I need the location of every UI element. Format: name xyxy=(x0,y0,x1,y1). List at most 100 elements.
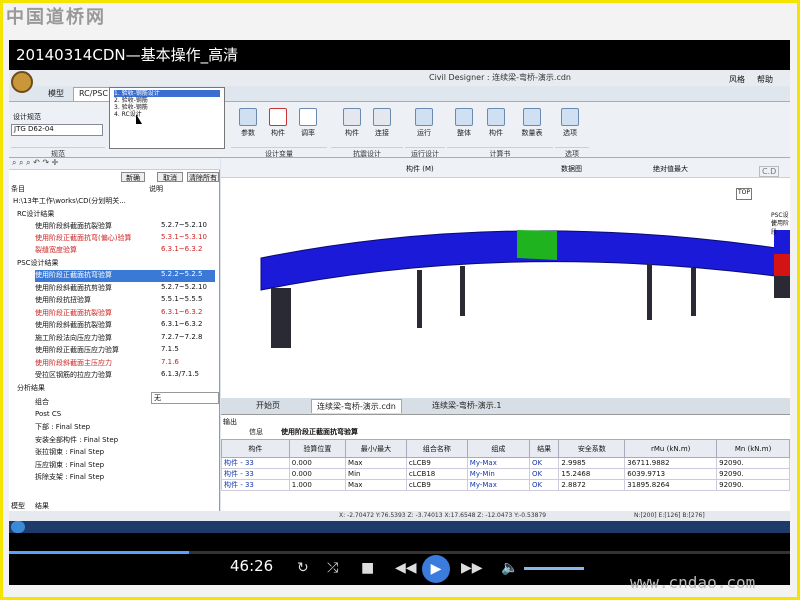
bottom-tab-result[interactable]: 结果 xyxy=(35,501,49,511)
tree-item[interactable]: 下部 : Final Step xyxy=(35,422,215,434)
tree-group-psc[interactable]: PSC设计结果 xyxy=(17,258,217,270)
previous-icon[interactable]: ◀◀ xyxy=(395,560,417,576)
table-header-cell[interactable]: 验算位置 xyxy=(288,439,347,458)
menu-help[interactable]: 帮助 xyxy=(757,74,773,85)
quick-dropdown[interactable]: 1. 验收-钢筋设计 2. 验收-钢筋 3. 验收-钢筋 4. RC设计 xyxy=(109,87,225,149)
tree-item-label: 压应钢束 : Final Step xyxy=(35,460,105,469)
ribbon-button-seismic-member[interactable]: 构件 xyxy=(339,108,365,138)
next-icon[interactable]: ▶▶ xyxy=(461,560,483,576)
table-row[interactable]: 构件 - 33 1.000 Max cLCB9 My-Max OK 2.8872 31895.… xyxy=(221,479,790,491)
progress-fill xyxy=(9,551,189,554)
table-row[interactable]: 构件 - 33 0.000 Max cLCB9 My-Max OK 2.9985 36711.… xyxy=(221,457,790,469)
tree-item[interactable]: 组合 xyxy=(35,397,215,409)
loop-icon[interactable]: ↻ xyxy=(297,560,309,576)
ribbon-button-member[interactable]: 构件 xyxy=(265,108,291,138)
shuffle-icon[interactable]: ⤮ xyxy=(327,560,338,576)
tab-rc-psc[interactable]: RC/PSC xyxy=(73,87,114,101)
document-tabs: 开始页 连续梁-弯桥-演示.cdn 连续梁-弯桥-演示.1 xyxy=(221,398,790,414)
seismic-member-icon xyxy=(343,108,361,126)
dropdown-item[interactable]: 4. RC设计 xyxy=(114,111,220,118)
doc-tab-start[interactable]: 开始页 xyxy=(251,399,285,413)
output-tab-check[interactable]: 使用阶段正截面抗弯验算 xyxy=(281,427,358,437)
ribbon-button-rate[interactable]: 调率 xyxy=(295,108,321,138)
menu-style[interactable]: 风格 xyxy=(729,74,745,85)
watermark: www.cndao.com xyxy=(630,573,756,592)
tree-item[interactable]: 压应钢束 : Final Step xyxy=(35,460,215,472)
left-button-clear-all[interactable]: 清除所有 xyxy=(187,172,219,182)
ribbon-button-options[interactable]: 选项 xyxy=(557,108,583,138)
member-icon xyxy=(269,108,287,126)
spec-select[interactable]: JTG D62-04 xyxy=(11,124,103,136)
tree-item[interactable]: 使用阶段正截面抗裂验算 6.3.1~6.3.2 xyxy=(35,308,215,320)
tree-item[interactable]: 张拉钢束 : Final Step xyxy=(35,447,215,459)
volume-icon[interactable]: 🔈 xyxy=(501,560,518,576)
stop-icon[interactable]: ■ xyxy=(361,560,374,576)
dropdown-item[interactable]: 2. 验收-钢筋 xyxy=(114,97,220,104)
table-header-cell[interactable]: 最小/最大 xyxy=(345,439,407,458)
tree-item[interactable]: 安装全部构件 : Final Step xyxy=(35,435,215,447)
table-header-cell[interactable]: 安全系数 xyxy=(558,439,626,458)
table-header-cell[interactable]: Mn (kN.m) xyxy=(716,439,790,458)
progress-bar[interactable] xyxy=(9,551,790,554)
tree-item-label: Post CS xyxy=(35,409,62,418)
view-cube[interactable]: TOP xyxy=(721,172,767,218)
start-orb-icon[interactable] xyxy=(11,521,25,533)
tree-item[interactable]: 使用阶段斜截面抗剪验算 5.2.7~5.2.10 xyxy=(35,283,215,295)
tree-item[interactable]: 使用阶段斜截面主压应力 7.1.6 xyxy=(35,358,215,370)
tree-item[interactable]: 使用阶段正截面抗弯验算 5.2.2~5.2.5 xyxy=(35,270,215,282)
viewport-toolbar: 构件 (M) 数据图 绝对值最大 xyxy=(221,158,790,178)
dropdown-item[interactable]: 3. 验收-钢筋 xyxy=(114,104,220,111)
ribbon-button-connect[interactable]: 连接 xyxy=(369,108,395,138)
tree-item-ref: 7.2.7~7.2.8 xyxy=(161,332,203,341)
tree-item[interactable]: 使用阶段斜截面抗裂验算 6.3.1~6.3.2 xyxy=(35,320,215,332)
table-cell: 92090. xyxy=(716,479,790,491)
output-title: 输出 xyxy=(223,418,237,426)
ribbon-button-run[interactable]: 运行 xyxy=(411,108,437,138)
tree-item[interactable]: 使用阶段抗扭验算 5.5.1~5.5.5 xyxy=(35,295,215,307)
tree-item[interactable]: 使用阶段斜截面抗裂验算 5.2.7~5.2.10 xyxy=(35,221,215,233)
pier xyxy=(417,270,422,328)
tree-item[interactable]: 拆除支架 : Final Step xyxy=(35,472,215,484)
ribbon-button-whole[interactable]: 整体 xyxy=(451,108,477,138)
table-header-cell[interactable]: 结果 xyxy=(529,439,560,458)
tree-item[interactable]: 裂缝宽度验算 6.3.1~6.3.2 xyxy=(35,245,215,257)
tree-item[interactable]: 受拉区钢筋的拉应力验算 6.1.3/7.1.5 xyxy=(35,370,215,382)
tree-item[interactable]: 使用阶段正截面压应力验算 7.1.5 xyxy=(35,345,215,357)
tree-item[interactable]: 使用阶段正截面抗弯(偏心)验算 5.3.1~5.3.10 xyxy=(35,233,215,245)
table-header-cell[interactable]: 组成 xyxy=(466,439,531,458)
tree-item[interactable]: Post CS xyxy=(35,410,215,422)
tree-root[interactable]: H:\13年工作\works\CD(分划明关... xyxy=(13,196,213,208)
dropdown-item[interactable]: 1. 验收-钢筋设计 xyxy=(114,90,220,97)
tab-model[interactable]: 模型 xyxy=(43,87,69,101)
tree-group-rc[interactable]: RC设计结果 xyxy=(17,209,217,221)
ribbon-button-param[interactable]: 参数 xyxy=(235,108,261,138)
toolbar-absmax-label[interactable]: 绝对值最大 xyxy=(653,164,688,174)
table-header-cell[interactable]: rMu (kN.m) xyxy=(624,439,718,458)
table-header-cell[interactable]: 组合名称 xyxy=(405,439,468,458)
output-tab-info[interactable]: 信息 xyxy=(249,427,263,437)
volume-slider[interactable] xyxy=(524,567,584,570)
doc-tab-second[interactable]: 连续梁-弯桥-演示.1 xyxy=(427,399,506,413)
ribbon-button-quantity[interactable]: 数量表 xyxy=(515,108,549,138)
left-button-cancel[interactable]: 取消 xyxy=(157,172,183,182)
ribbon-button-label: 构件 xyxy=(271,129,285,137)
table-cell: 92090. xyxy=(716,468,790,480)
tree-group-label: 分析结果 xyxy=(17,384,45,392)
toolbar-member-label[interactable]: 构件 (M) xyxy=(406,164,434,174)
table-row[interactable]: 构件 - 33 0.000 Min cLCB18 My-Min OK 15.2468 6039… xyxy=(221,468,790,480)
app-logo-icon[interactable] xyxy=(11,71,33,93)
bridge-deck-highlight xyxy=(517,230,557,260)
table-cell: OK xyxy=(529,457,560,469)
bottom-tab-model[interactable]: 模型 xyxy=(11,501,25,511)
pier xyxy=(647,264,652,320)
model-viewport[interactable]: PSC设计 使用阶段 TOP C.D xyxy=(221,166,790,398)
toolbar-chart-label[interactable]: 数据图 xyxy=(561,164,582,174)
doc-tab-main[interactable]: 连续梁-弯桥-演示.cdn xyxy=(311,399,402,413)
tree-item-label: 使用阶段正截面抗弯(偏心)验算 xyxy=(35,234,132,242)
ribbon-button-report-member[interactable]: 构件 xyxy=(483,108,509,138)
play-button[interactable]: ▶ xyxy=(422,555,450,583)
tree-item[interactable]: 施工阶段法向压应力验算 7.2.7~7.2.8 xyxy=(35,333,215,345)
output-panel: 输出 信息 使用阶段正截面抗弯验算 构件 验算位置 最小/最大 组合名称 组成 结果 安全系… xyxy=(221,414,790,511)
table-header-cell[interactable]: 构件 xyxy=(221,439,290,458)
left-button-confirm[interactable]: 新确 xyxy=(121,172,145,182)
